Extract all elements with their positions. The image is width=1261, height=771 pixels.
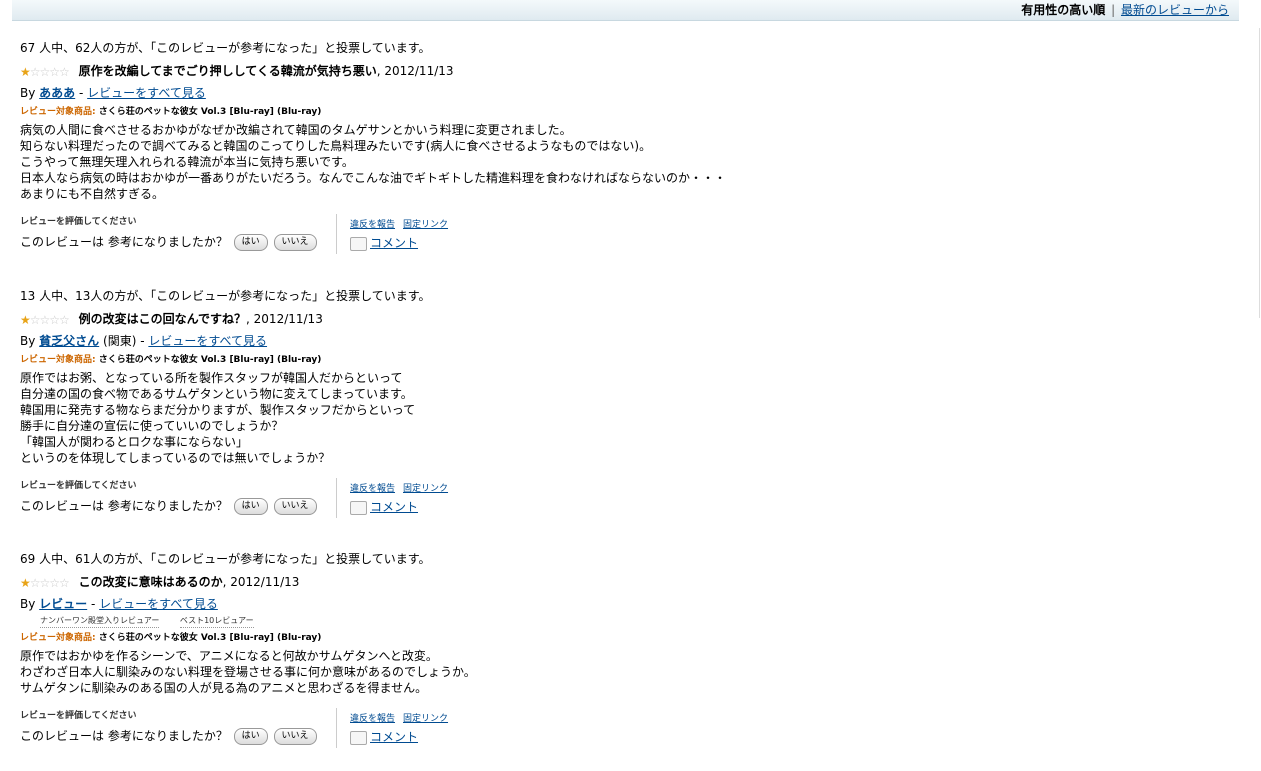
helpful-question: このレビューは 参考になりましたか？ — [20, 499, 228, 513]
review-votes: 13 人中、13人の方が、「このレビューが参考になった」と投票しています。 — [20, 289, 431, 303]
review-footer: レビューを評価してください このレビューは 参考になりましたか？ はい いいえ … — [20, 214, 780, 254]
product-name: さくら荘のペットな彼女 Vol.3 [Blu-ray] (Blu-ray) — [98, 633, 322, 643]
comment-icon — [350, 236, 367, 251]
helpful-yes-button[interactable]: はい — [233, 234, 268, 251]
report-abuse-link[interactable]: 違反を報告 — [350, 714, 395, 724]
review-body-line: 原作ではおかゆを作るシーンで、アニメになると何故かサムゲタンへと改変。 — [20, 649, 438, 663]
permalink-link[interactable]: 固定リンク — [403, 220, 448, 230]
review-body: 原作ではおかゆを作るシーンで、アニメになると何故かサムゲタンへと改変。 わざわざ… — [20, 648, 780, 696]
by-label: By — [20, 334, 36, 348]
review-footer: レビューを評価してください このレビューは 参考になりましたか？ はい いいえ … — [20, 708, 780, 748]
top-10-reviewer-badge[interactable]: ベスト10レビュアー — [179, 615, 254, 628]
author-location: (関東) — [103, 334, 137, 348]
review-body: 病気の人間に食べさせるおかゆがなぜか改編されて韓国のタムゲサンとかいう料理に変更… — [20, 122, 780, 202]
star-rating-icon: ★☆☆☆☆ — [20, 312, 70, 327]
right-divider — [1259, 28, 1260, 318]
product-name: さくら荘のペットな彼女 Vol.3 [Blu-ray] (Blu-ray) — [98, 355, 322, 365]
product-label: レビュー対象商品: — [20, 633, 96, 643]
review-body-line: 自分達の国の食べ物であるサムゲタンという物に変えてしまっています。 — [20, 387, 413, 401]
review-2: 13 人中、13人の方が、「このレビューが参考になった」と投票しています。 ★☆… — [20, 288, 780, 518]
review-date: , 2012/11/13 — [376, 64, 454, 78]
star-rating-icon: ★☆☆☆☆ — [20, 64, 70, 79]
review-body-line: あまりにも不自然すぎる。 — [20, 187, 165, 201]
helpful-no-button[interactable]: いいえ — [273, 728, 317, 745]
review-body-line: 病気の人間に食べさせるおかゆがなぜか改編されて韓国のタムゲサンとかいう料理に変更… — [20, 123, 572, 137]
review-title: 例の改変はこの回なんですね？ — [78, 312, 247, 326]
comment-icon — [350, 500, 367, 515]
sort-bar: 有用性の高い順 | 最新のレビューから — [12, 0, 1239, 21]
helpful-question: このレビューは 参考になりましたか？ — [20, 235, 228, 249]
sort-separator: | — [1111, 3, 1116, 17]
author-link[interactable]: あああ — [39, 86, 75, 100]
sort-newest-link[interactable]: 最新のレビューから — [1121, 3, 1229, 17]
footer-divider — [336, 214, 337, 254]
helpful-yes-button[interactable]: はい — [233, 728, 268, 745]
product-label: レビュー対象商品: — [20, 355, 96, 365]
report-abuse-link[interactable]: 違反を報告 — [350, 220, 395, 230]
review-date: , 2012/11/13 — [246, 312, 323, 326]
review-body-line: 韓国用に発売する物ならまだ分かりますが、製作スタッフだからといって — [20, 403, 416, 417]
rate-label: レビューを評価してください — [20, 217, 137, 227]
review-body-line: というのを体現してしまっているのでは無いでしょうか？ — [20, 451, 331, 465]
see-all-reviews-link[interactable]: レビューをすべて見る — [148, 334, 267, 348]
rate-label: レビューを評価してください — [20, 481, 137, 491]
report-abuse-link[interactable]: 違反を報告 — [350, 484, 395, 494]
review-1: 67 人中、62人の方が、「このレビューが参考になった」と投票しています。 ★☆… — [20, 40, 780, 254]
see-all-reviews-link[interactable]: レビューをすべて見る — [99, 597, 218, 611]
review-body-line: 原作ではお粥、となっている所を製作スタッフが韓国人だからといって — [20, 371, 403, 385]
author-link[interactable]: 貧乏父さん — [39, 334, 99, 348]
star-rating-icon: ★☆☆☆☆ — [20, 575, 70, 590]
review-product: レビュー対象商品: さくら荘のペットな彼女 Vol.3 [Blu-ray] (B… — [20, 353, 780, 367]
reviewer-badges: ナンバーワン殿堂入りレビュアー ベスト10レビュアー — [20, 615, 780, 628]
review-body-line: わざわざ日本人に馴染みのない料理を登場させる事に何か意味があるのでしょうか。 — [20, 665, 476, 679]
review-body-line: 勝手に自分達の宣伝に使っていいのでしょうか？ — [20, 419, 284, 433]
comment-link[interactable]: コメント — [370, 730, 418, 744]
review-footer: レビューを評価してください このレビューは 参考になりましたか？ はい いいえ … — [20, 478, 780, 518]
review-body-line: サムゲタンに馴染みのある国の人が見る為のアニメと思わざるを得ません。 — [20, 681, 428, 695]
helpful-no-button[interactable]: いいえ — [273, 498, 317, 515]
review-date: , 2012/11/13 — [222, 575, 300, 589]
helpful-question: このレビューは 参考になりましたか？ — [20, 729, 228, 743]
by-label: By — [20, 86, 36, 100]
rate-label: レビューを評価してください — [20, 711, 137, 721]
author-link[interactable]: レビュー — [39, 597, 87, 611]
product-label: レビュー対象商品: — [20, 107, 96, 117]
comment-link[interactable]: コメント — [370, 500, 418, 514]
hall-of-fame-badge[interactable]: ナンバーワン殿堂入りレビュアー — [40, 615, 160, 628]
review-product: レビュー対象商品: さくら荘のペットな彼女 Vol.3 [Blu-ray] (B… — [20, 631, 780, 645]
footer-divider — [336, 478, 337, 518]
review-product: レビュー対象商品: さくら荘のペットな彼女 Vol.3 [Blu-ray] (B… — [20, 105, 780, 119]
review-body-line: 日本人なら病気の時はおかゆが一番ありがたいだろう。なんでこんな油でギトギトした精… — [20, 171, 726, 185]
see-all-reviews-link[interactable]: レビューをすべて見る — [87, 86, 206, 100]
review-3: 69 人中、61人の方が、「このレビューが参考になった」と投票しています。 ★☆… — [20, 551, 780, 748]
review-title: 原作を改編してまでごり押ししてくる韓流が気持ち悪い — [78, 64, 377, 78]
review-body-line: こうやって無理矢理入れられる韓流が本当に気持ち悪いです。 — [20, 155, 354, 169]
helpful-yes-button[interactable]: はい — [233, 498, 268, 515]
permalink-link[interactable]: 固定リンク — [403, 714, 448, 724]
comment-icon — [350, 730, 367, 745]
permalink-link[interactable]: 固定リンク — [403, 484, 448, 494]
review-body-line: 「韓国人が関わるとロクな事にならない」 — [20, 435, 249, 449]
sort-helpful-current: 有用性の高い順 — [1021, 3, 1106, 17]
comment-link[interactable]: コメント — [370, 236, 418, 250]
review-votes: 67 人中、62人の方が、「このレビューが参考になった」と投票しています。 — [20, 41, 431, 55]
product-name: さくら荘のペットな彼女 Vol.3 [Blu-ray] (Blu-ray) — [98, 107, 322, 117]
review-votes: 69 人中、61人の方が、「このレビューが参考になった」と投票しています。 — [20, 552, 431, 566]
review-body: 原作ではお粥、となっている所を製作スタッフが韓国人だからといって 自分達の国の食… — [20, 370, 780, 466]
by-label: By — [20, 597, 36, 611]
footer-divider — [336, 708, 337, 748]
review-title: この改変に意味はあるのか — [78, 575, 223, 589]
helpful-no-button[interactable]: いいえ — [273, 234, 317, 251]
review-body-line: 知らない料理だったので調べてみると韓国のこってりした鳥料理みたいです(病人に食べ… — [20, 139, 652, 153]
